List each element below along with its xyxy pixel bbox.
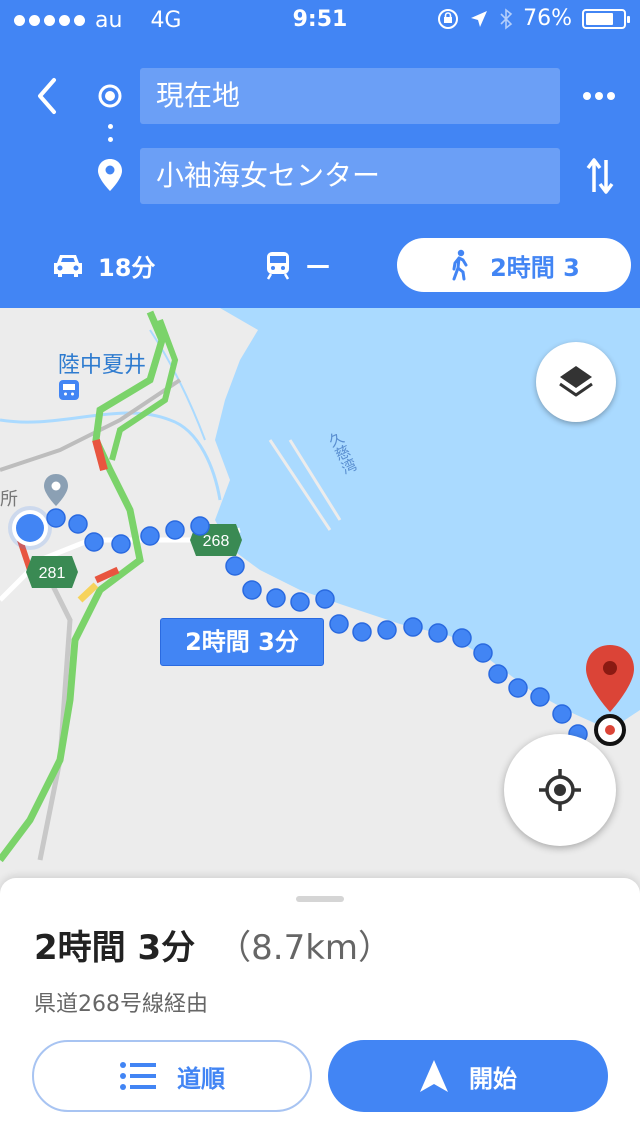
route-distance: （8.7km）: [217, 928, 393, 968]
drag-handle[interactable]: [296, 896, 344, 902]
list-icon: [120, 1062, 156, 1090]
steps-button[interactable]: 道順: [32, 1040, 312, 1112]
mode-walk-label: 2時間 3: [490, 253, 580, 282]
rotation-lock-icon: [438, 8, 459, 29]
crosshair-icon: [539, 769, 581, 811]
navigation-arrow-icon: [420, 1060, 448, 1092]
svg-text:268: 268: [203, 533, 230, 550]
place-label: 所: [0, 489, 18, 510]
origin-input[interactable]: 現在地: [140, 68, 560, 124]
car-icon: [54, 255, 82, 277]
walk-icon: [452, 249, 468, 281]
origin-marker-icon: [98, 84, 122, 108]
battery-icon: [582, 8, 630, 29]
my-location-button[interactable]: [504, 734, 616, 846]
back-button[interactable]: [26, 74, 70, 118]
route-summary-sheet: 2時間 3分 （8.7km） 県道268号線経由 道順 開始: [0, 878, 640, 1136]
destination-input[interactable]: 小袖海女センター: [140, 148, 560, 204]
route-summary: 2時間 3分 （8.7km）: [34, 920, 392, 969]
status-bar: au 4G 9:51 76%: [0, 0, 640, 40]
connector-dot: [108, 137, 113, 142]
route-shield-281: 281: [26, 556, 78, 588]
mode-transit-label: —: [306, 251, 330, 279]
layers-icon: [559, 366, 593, 397]
mode-transit-tab[interactable]: —: [264, 238, 330, 292]
station-label: 陸中夏井: [58, 347, 146, 401]
start-button[interactable]: 開始: [328, 1040, 608, 1112]
battery-percent: 76%: [523, 6, 572, 31]
mode-walk-tab[interactable]: 2時間 3: [397, 238, 631, 292]
back-arrow-icon: [38, 78, 56, 114]
swap-icon[interactable]: [584, 156, 616, 196]
bluetooth-icon: [500, 7, 513, 30]
connector-dot: [108, 124, 113, 129]
route-via: 県道268号線経由: [34, 992, 208, 1017]
directions-header: au 4G 9:51 76% 現在地 小袖海女センター 18分 — 2時間 3: [0, 0, 640, 308]
steps-label: 道順: [177, 1064, 225, 1093]
start-label: 開始: [469, 1064, 517, 1093]
station-icon: [59, 380, 79, 400]
route-duration: 2時間 3分: [34, 928, 196, 968]
location-arrow-icon: [471, 10, 488, 27]
layers-button[interactable]: [536, 342, 616, 422]
more-options-icon[interactable]: [582, 90, 616, 102]
route-duration-callout[interactable]: 2時間 3分: [160, 618, 324, 666]
mode-drive-label: 18分: [98, 253, 156, 282]
svg-text:281: 281: [39, 565, 66, 582]
train-icon: [266, 252, 290, 280]
destination-pin-icon: [98, 159, 122, 191]
mode-drive-tab[interactable]: 18分: [52, 238, 155, 292]
